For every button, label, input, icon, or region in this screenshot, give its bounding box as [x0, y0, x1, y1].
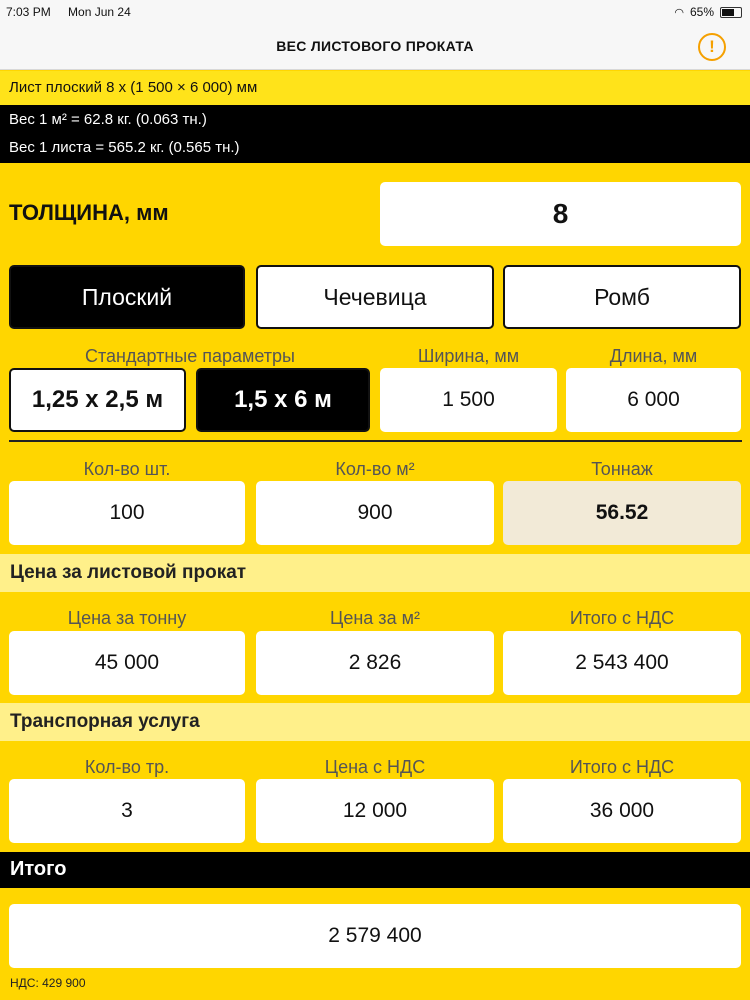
- price-total-label: Итого с НДС: [569, 608, 675, 628]
- transport-section-header: Транспорная услуга: [0, 703, 750, 741]
- transport-total-label: Итого с НДС: [569, 757, 675, 777]
- width-label: Ширина, мм: [417, 346, 520, 366]
- length-input[interactable]: 6 000: [566, 368, 741, 432]
- divider: [9, 440, 742, 442]
- transport-total-value: 36 000: [503, 779, 741, 843]
- price-per-m2-input[interactable]: 2 826: [256, 631, 494, 695]
- m2-input[interactable]: 900: [256, 481, 494, 545]
- m2-label: Кол-во м²: [335, 459, 415, 479]
- type-flat-button[interactable]: Плоский: [9, 265, 245, 329]
- weight-per-sheet: Вес 1 листа = 565.2 кг. (0.565 тн.): [9, 139, 240, 156]
- standard-params-label: Стандартные параметры: [84, 346, 295, 366]
- price-total-value: 2 543 400: [503, 631, 741, 695]
- warning-icon[interactable]: !: [698, 33, 726, 61]
- price-per-ton-label: Цена за тонну: [67, 608, 187, 628]
- sheet-summary: Лист плоский 8 x (1 500 × 6 000) мм: [0, 71, 750, 105]
- transport-price-input[interactable]: 12 000: [256, 779, 494, 843]
- std-size-1-button[interactable]: 1,25 x 2,5 м: [9, 368, 186, 432]
- total-header: Итого: [0, 852, 750, 888]
- vat-amount: НДС: 429 900: [10, 976, 86, 990]
- length-label: Длина, мм: [609, 346, 698, 366]
- std-size-2-button[interactable]: 1,5 x 6 м: [196, 368, 370, 432]
- transport-price-label: Цена с НДС: [324, 757, 426, 777]
- nav-bar: ВЕС ЛИСТОВОГО ПРОКАТА !: [0, 26, 750, 70]
- thickness-label: ТОЛЩИНА, мм: [9, 200, 169, 225]
- type-rhomb-button[interactable]: Ромб: [503, 265, 741, 329]
- tonnage-label: Тоннаж: [591, 459, 653, 479]
- pcs-input[interactable]: 100: [9, 481, 245, 545]
- wifi-icon: ◠: [674, 6, 684, 19]
- price-per-m2-label: Цена за м²: [330, 608, 420, 628]
- status-time: 7:03 PM: [6, 5, 51, 19]
- type-lentil-button[interactable]: Чечевица: [256, 265, 494, 329]
- weight-info-panel: Вес 1 м² = 62.8 кг. (0.063 тн.) Вес 1 ли…: [0, 105, 750, 163]
- price-section-header: Цена за листовой прокат: [0, 554, 750, 592]
- status-bar: 7:03 PM Mon Jun 24 ◠ 65%: [0, 0, 750, 26]
- width-input[interactable]: 1 500: [380, 368, 557, 432]
- weight-per-m2: Вес 1 м² = 62.8 кг. (0.063 тн.): [9, 111, 207, 128]
- thickness-input[interactable]: 8: [380, 182, 741, 246]
- tonnage-value: 56.52: [503, 481, 741, 545]
- total-value: 2 579 400: [9, 904, 741, 968]
- page-title: ВЕС ЛИСТОВОГО ПРОКАТА: [276, 38, 474, 54]
- battery-percent: 65%: [689, 5, 714, 19]
- transport-count-input[interactable]: 3: [9, 779, 245, 843]
- battery-icon: [720, 6, 742, 18]
- transport-count-label: Кол-во тр.: [84, 757, 170, 777]
- price-per-ton-input[interactable]: 45 000: [9, 631, 245, 695]
- status-date: Mon Jun 24: [68, 5, 131, 19]
- pcs-label: Кол-во шт.: [83, 459, 171, 479]
